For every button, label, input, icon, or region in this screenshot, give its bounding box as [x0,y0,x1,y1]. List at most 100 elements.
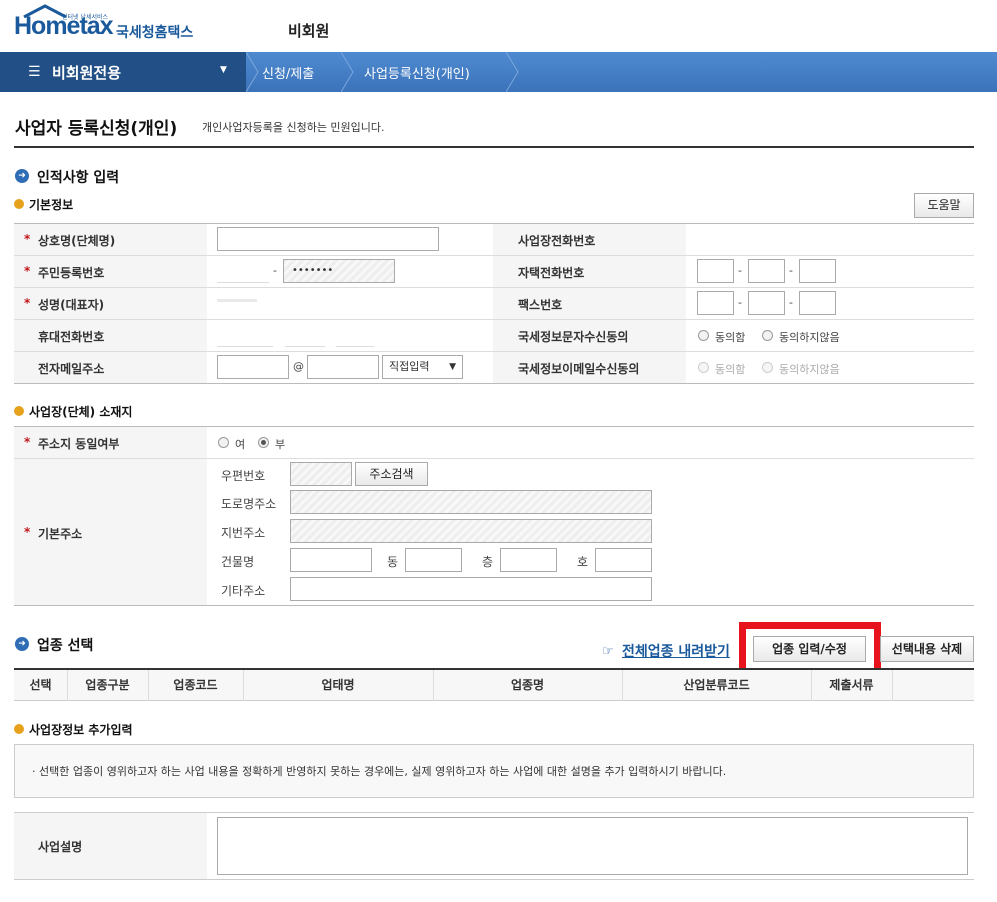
email-domain-select[interactable]: 직접입력 ▼ [382,355,463,379]
business-description-textarea[interactable] [217,817,968,875]
same-yes-text: 여 [235,438,246,451]
mobile-1-input[interactable] [217,323,273,347]
sms-agree-text: 동의함 [715,331,746,344]
bullet-icon [14,724,24,734]
mobile-2-input[interactable] [285,323,325,347]
logo-korean: 국세청홈택스 [116,25,194,41]
required-mark: * [24,296,31,310]
bullet-icon [14,406,24,416]
arrow-circle-icon: ➜ [15,169,29,183]
row-divider [14,255,974,256]
dash: - [789,296,793,309]
name-value [217,299,257,302]
table-bottom-border [14,605,974,606]
home-phone-1-input[interactable] [697,259,734,283]
ho-input[interactable] [595,548,652,572]
email-domain-value: 직접입력 [389,360,430,373]
row-divider [14,319,974,320]
home-phone-2-input[interactable] [748,259,785,283]
required-mark: * [24,435,31,449]
email-label: 전자메일주소 [38,362,105,376]
subsection-title: 기본정보 [29,198,74,212]
row-divider [14,351,974,352]
trade-name-input[interactable] [217,227,439,251]
name-label: 성명(대표자) [38,298,105,312]
help-button[interactable]: 도움말 [914,193,974,218]
col-header-business: 업태명 [321,678,355,692]
hamburger-icon: ☰ [28,64,41,80]
fax-3-input[interactable] [799,291,836,315]
required-mark: * [24,525,31,539]
download-icon: ☞ [602,644,614,659]
menu-toggle[interactable]: ☰ 비회원전용 ▼ [0,52,246,92]
floor-label: 층 [482,555,494,569]
other-address-input[interactable] [290,577,652,601]
at-sign: @ [293,360,304,373]
breadcrumb-item[interactable]: 신청/제출 [262,63,314,82]
col-header-industry: 업종명 [510,678,545,692]
sms-disagree-radio[interactable] [762,330,773,341]
dropdown-arrow-icon: ▼ [220,65,227,75]
breadcrumb-chevron-icon [246,52,259,92]
other-address-label: 기타주소 [221,584,266,598]
sms-agree-radio[interactable] [698,330,709,341]
col-header-type: 업종구분 [85,678,130,692]
building-input[interactable] [290,548,372,572]
ho-label: 호 [577,555,589,569]
email-agree-radio[interactable] [698,362,709,373]
row-divider [14,458,974,459]
delete-selected-button[interactable]: 선택내용 삭제 [880,636,974,662]
home-phone-label: 자택전화번호 [518,266,585,280]
same-yes-radio[interactable] [218,437,229,448]
email-disagree-text: 동의하지않음 [779,363,840,376]
breadcrumb-item[interactable]: 사업등록신청(개인) [364,63,470,82]
row-divider [14,287,974,288]
sms-consent-label: 국세정보문자수신동의 [518,330,629,344]
road-address-input[interactable] [290,490,652,514]
dong-label: 동 [387,555,399,569]
dong-input[interactable] [405,548,462,572]
home-phone-3-input[interactable] [799,259,836,283]
dash: - [273,264,277,277]
table-bottom-border [14,383,974,384]
section-title: 업종 선택 [37,638,94,654]
dash: - [738,264,742,277]
required-mark: * [24,264,31,278]
hometax-logo[interactable]: 인터넷 납세서비스 Hometax 국세청홈택스 [14,4,204,44]
email-disagree-radio[interactable] [762,362,773,373]
col-divider [892,670,893,701]
table-bottom-border [14,879,974,880]
email-id-input[interactable] [217,355,289,379]
col-header-select: 선택 [29,678,52,692]
address-search-button[interactable]: 주소검색 [355,462,428,486]
page-title: 사업자 등록신청(개인) [15,119,178,139]
fax-label: 팩스번호 [518,298,563,312]
email-consent-label: 국세정보이메일수신동의 [518,362,640,376]
lot-address-label: 지번주소 [221,526,266,540]
section-title: 인적사항 입력 [37,170,120,186]
fax-1-input[interactable] [697,291,734,315]
same-no-text: 부 [275,438,286,451]
rrn-front-input[interactable] [217,259,269,283]
page-description: 개인사업자등록을 신청하는 민원입니다. [202,121,385,134]
required-mark: * [24,232,31,246]
menu-label: 비회원전용 [52,64,122,82]
breadcrumb-chevron-icon [506,52,519,92]
trade-name-label: 상호명(단체명) [38,234,116,248]
fax-2-input[interactable] [748,291,785,315]
base-address-label: 기본주소 [38,527,83,541]
postal-input[interactable] [290,462,352,486]
biz-phone-label: 사업장전화번호 [518,234,596,248]
lot-address-input[interactable] [290,519,652,543]
same-no-radio[interactable] [258,437,269,448]
floor-input[interactable] [500,548,557,572]
bullet-icon [14,199,24,209]
industry-edit-button[interactable]: 업종 입력/수정 [753,636,866,662]
download-all-link[interactable]: 전체업종 내려받기 [622,641,740,661]
col-header-classification: 산업분류코드 [683,678,750,692]
email-domain-input[interactable] [307,355,379,379]
mobile-3-input[interactable] [336,323,374,347]
subsection-title: 사업장(단체) 소재지 [29,405,133,419]
rrn-back-input[interactable]: ••••••• [283,259,395,283]
label-column [14,427,207,605]
